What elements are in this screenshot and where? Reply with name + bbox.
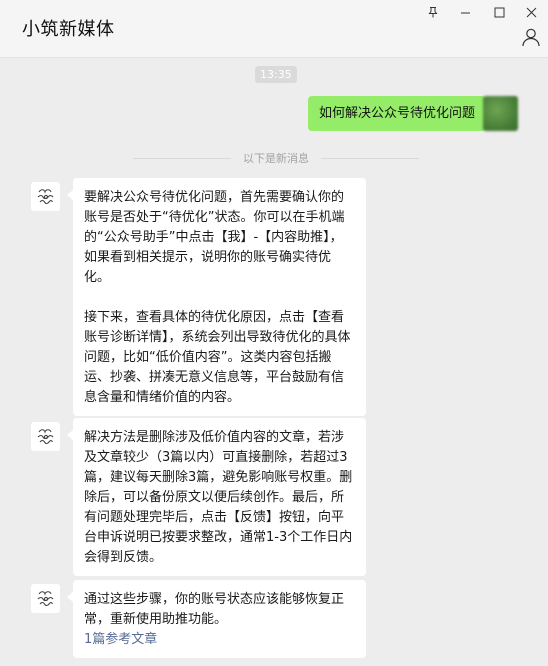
- maximize-icon: [494, 7, 504, 17]
- new-messages-divider: 以下是新消息: [133, 150, 419, 166]
- maximize-button[interactable]: [488, 2, 510, 22]
- divider-line: [133, 157, 231, 159]
- bot-message-bubble[interactable]: 通过这些步骤，你的账号状态应该能够恢复正常，重新使用助推功能。 1篇参考文章: [67, 580, 366, 658]
- bot-logo-icon: [37, 428, 53, 444]
- title-bar: 小筑新媒体: [0, 0, 548, 58]
- user-message-bubble[interactable]: 如何解决公众号待优化问题: [307, 96, 493, 131]
- message-paragraph: 解决方法是删除涉及低价值内容的文章，若涉及文章较少（3篇以内）可直接删除，若超过…: [84, 430, 353, 565]
- chat-title: 小筑新媒体: [22, 19, 115, 40]
- user-avatar[interactable]: [483, 96, 518, 131]
- chat-info-button[interactable]: [518, 24, 544, 50]
- chat-area[interactable]: 13:35 如何解决公众号待优化问题 以下是新消息 要解决公众号待优化问题，首先…: [0, 58, 548, 666]
- reference-articles-link[interactable]: 1篇参考文章: [84, 630, 355, 650]
- bot-avatar[interactable]: [31, 422, 60, 451]
- person-icon: [522, 28, 540, 47]
- message-paragraph: 通过这些步骤，你的账号状态应该能够恢复正常，重新使用助推功能。: [84, 592, 345, 627]
- minimize-button[interactable]: [454, 2, 476, 22]
- close-button[interactable]: [520, 2, 542, 22]
- divider-line: [321, 157, 419, 159]
- bot-message-bubble[interactable]: 要解决公众号待优化问题，首先需要确认你的账号是否处于“待优化”状态。你可以在手机…: [67, 178, 366, 416]
- pin-icon: [428, 7, 438, 18]
- message-timestamp: 13:35: [255, 66, 297, 83]
- bot-avatar[interactable]: [31, 584, 60, 613]
- message-paragraph: 要解决公众号待优化问题，首先需要确认你的账号是否处于“待优化”状态。你可以在手机…: [84, 190, 345, 285]
- close-icon: [526, 7, 536, 17]
- bot-message-bubble[interactable]: 解决方法是删除涉及低价值内容的文章，若涉及文章较少（3篇以内）可直接删除，若超过…: [67, 418, 366, 576]
- bot-logo-icon: [37, 590, 53, 606]
- bot-logo-icon: [37, 188, 53, 204]
- divider-label: 以下是新消息: [243, 152, 309, 165]
- minimize-icon: [460, 12, 470, 13]
- pin-button[interactable]: [422, 2, 444, 22]
- message-paragraph: 接下来，查看具体的待优化原因，点击【查看账号诊断详情】，系统会列出导致待优化的具…: [84, 310, 351, 405]
- bot-avatar[interactable]: [31, 182, 60, 211]
